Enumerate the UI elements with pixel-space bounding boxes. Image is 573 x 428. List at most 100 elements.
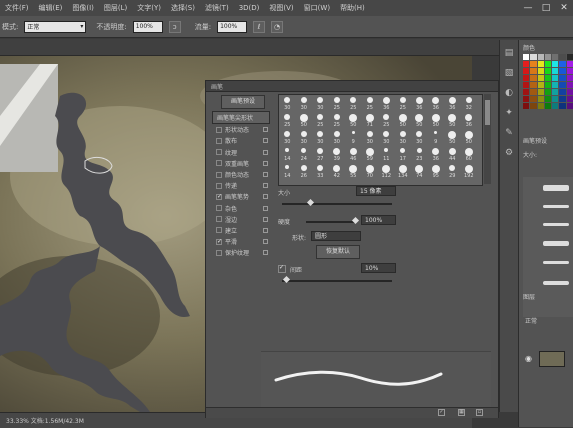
lock-icon[interactable]	[263, 250, 268, 256]
brush-tip[interactable]: 25	[378, 112, 395, 129]
brush-tip[interactable]: 95	[428, 163, 445, 180]
menu-3d[interactable]: 3D(D)	[234, 4, 265, 12]
hardness-slider[interactable]	[306, 221, 356, 223]
brush-tip[interactable]: 30	[279, 129, 296, 146]
brush-tip[interactable]: 59	[362, 146, 379, 163]
pressure-opacity-icon[interactable]: ↄ	[168, 20, 181, 33]
brush-tip[interactable]: 25	[329, 95, 346, 112]
color-swatch[interactable]	[523, 75, 530, 81]
hardness-field[interactable]: 100%	[361, 215, 396, 225]
maximize-button[interactable]: □	[537, 0, 555, 16]
color-swatch[interactable]	[530, 68, 537, 74]
option-scattering[interactable]: 散布	[212, 135, 270, 146]
reset-default-button[interactable]: 恢复默认	[316, 245, 360, 259]
color-swatch[interactable]	[559, 68, 566, 74]
color-swatch[interactable]	[544, 68, 552, 74]
airbrush-icon[interactable]: ℓ	[253, 20, 266, 33]
color-swatch[interactable]	[530, 61, 537, 67]
brush-tip[interactable]: 30	[362, 129, 379, 146]
color-swatch[interactable]	[544, 54, 552, 60]
brush-tip[interactable]: 36	[411, 95, 428, 112]
size-slider[interactable]	[282, 203, 392, 205]
brush-tip[interactable]: 25	[362, 95, 379, 112]
brush-tip[interactable]: 44	[444, 146, 461, 163]
lock-icon[interactable]	[263, 127, 268, 133]
clone-source-icon[interactable]: ⚙	[502, 146, 516, 160]
color-swatch[interactable]	[552, 82, 559, 88]
option-color-dynamics[interactable]: 颜色动态	[212, 169, 270, 180]
menu-image[interactable]: 图像(I)	[67, 3, 99, 13]
brush-tip[interactable]: 24	[296, 146, 313, 163]
brush-tip[interactable]: 26	[296, 163, 313, 180]
brush-tip[interactable]: 25	[279, 112, 296, 129]
brush-presets-tab[interactable]: 画笔预设	[523, 136, 547, 145]
color-swatch[interactable]	[537, 82, 544, 88]
color-swatch[interactable]	[566, 61, 573, 67]
lock-icon[interactable]	[263, 194, 268, 200]
brush-tip[interactable]: 50	[444, 112, 461, 129]
color-swatch[interactable]	[566, 68, 573, 74]
menu-edit[interactable]: 编辑(E)	[34, 3, 68, 13]
checkbox[interactable]	[216, 227, 222, 234]
brush-tip[interactable]: 36	[428, 146, 445, 163]
color-swatch[interactable]	[537, 75, 544, 81]
brush-tip[interactable]: 30	[312, 129, 329, 146]
toggle-hardness-icon[interactable]: ✓	[438, 409, 445, 416]
blend-mode-label[interactable]: 正常	[525, 316, 537, 325]
brush-tip[interactable]: 25	[329, 112, 346, 129]
brush-tip[interactable]: 50	[395, 112, 412, 129]
brush-tip[interactable]: 134	[395, 163, 412, 180]
brush-tip[interactable]: 32	[461, 95, 478, 112]
grid-icon[interactable]: ▦	[458, 409, 465, 416]
layer-thumbnail[interactable]	[539, 351, 565, 367]
menu-layer[interactable]: 图层(L)	[99, 3, 132, 13]
brush-tip[interactable]: 50	[428, 112, 445, 129]
color-swatch[interactable]	[544, 89, 552, 95]
brush-tip[interactable]: 17	[395, 146, 412, 163]
color-swatch[interactable]	[544, 96, 552, 102]
checkbox-checked[interactable]: ✓	[216, 238, 222, 245]
option-dual-brush[interactable]: 双重画笔	[212, 158, 270, 169]
color-swatch[interactable]	[566, 103, 573, 109]
menu-select[interactable]: 选择(S)	[166, 3, 200, 13]
color-swatch[interactable]	[559, 75, 566, 81]
brush-tip[interactable]: 36	[444, 95, 461, 112]
checkbox[interactable]	[216, 137, 222, 144]
lock-icon[interactable]	[263, 171, 268, 177]
color-swatch[interactable]	[530, 54, 537, 60]
checkbox[interactable]	[216, 160, 222, 167]
color-swatch[interactable]	[566, 54, 573, 60]
color-swatch[interactable]	[523, 89, 530, 95]
spacing-field[interactable]: 10%	[361, 263, 396, 273]
brush-tip[interactable]: 39	[329, 146, 346, 163]
brush-presets-button[interactable]: 画笔预设	[221, 95, 265, 109]
color-swatch[interactable]	[559, 61, 566, 67]
color-swatch[interactable]	[566, 89, 573, 95]
color-swatch[interactable]	[523, 82, 530, 88]
checkbox[interactable]	[216, 249, 222, 256]
brush-tip[interactable]: 30	[312, 95, 329, 112]
color-swatch[interactable]	[544, 61, 552, 67]
option-texture[interactable]: 纹理	[212, 147, 270, 158]
size-field[interactable]: 15 像素	[356, 186, 396, 196]
menu-help[interactable]: 帮助(H)	[335, 3, 370, 13]
color-swatch[interactable]	[552, 96, 559, 102]
brush-tip[interactable]: 50	[444, 129, 461, 146]
lock-icon[interactable]	[263, 138, 268, 144]
option-build-up[interactable]: 建立	[212, 225, 270, 236]
brush-tip[interactable]: 46	[345, 146, 362, 163]
checkbox[interactable]	[216, 126, 222, 133]
color-swatch[interactable]	[552, 61, 559, 67]
color-swatch[interactable]	[537, 61, 544, 67]
color-swatch[interactable]	[552, 68, 559, 74]
color-swatch[interactable]	[566, 96, 573, 102]
brush-tip[interactable]: 36	[461, 112, 478, 129]
option-smoothing[interactable]: ✓ 平滑	[212, 236, 270, 247]
preset-stroke-1[interactable]	[543, 185, 569, 191]
color-panel-icon[interactable]: ▤	[502, 46, 516, 60]
brush-panel-icon[interactable]: ✎	[502, 126, 516, 140]
option-protect-texture[interactable]: 保护纹理	[212, 247, 270, 258]
color-swatch[interactable]	[566, 82, 573, 88]
color-swatch[interactable]	[523, 96, 530, 102]
mode-select[interactable]: 正常 ▾	[24, 20, 87, 33]
